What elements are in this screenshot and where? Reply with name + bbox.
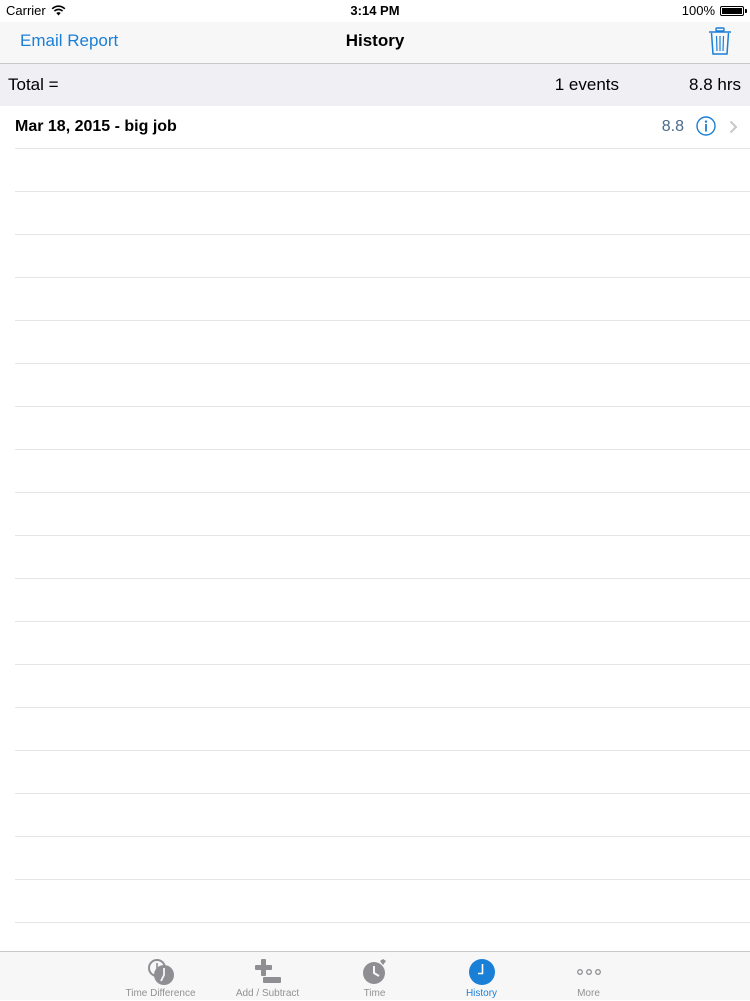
battery-percent: 100%: [681, 3, 715, 18]
tab-history[interactable]: History: [428, 952, 535, 1001]
empty-row: [15, 579, 750, 622]
tab-label: Time: [363, 988, 386, 999]
status-time: 3:14 PM: [350, 3, 400, 18]
empty-row: [15, 407, 750, 450]
tab-add-subtract[interactable]: Add / Subtract: [214, 952, 321, 1001]
time-difference-icon: [147, 959, 174, 985]
navigation-bar: Email Report History: [0, 22, 750, 64]
status-bar: Carrier 3:14 PM 100%: [0, 0, 750, 22]
empty-row: [15, 450, 750, 493]
total-label: Total =: [8, 75, 59, 94]
empty-row: [15, 708, 750, 751]
tab-more[interactable]: More: [535, 952, 642, 1001]
tab-label: History: [465, 988, 498, 999]
table-row[interactable]: Mar 18, 2015 - big job 8.8: [15, 106, 750, 149]
trash-icon[interactable]: [708, 27, 732, 55]
tab-bar: Time Difference Add / Subtract Time Hist…: [0, 951, 750, 1000]
empty-row: [15, 278, 750, 321]
more-icon: [576, 969, 601, 975]
battery-icon: [720, 5, 747, 16]
empty-row: [15, 665, 750, 708]
empty-row: [15, 751, 750, 794]
empty-row: [15, 493, 750, 536]
empty-row: [15, 536, 750, 579]
total-events-count: 1 events: [554, 75, 619, 94]
empty-row: [15, 880, 750, 923]
status-right: 100%: [681, 3, 747, 18]
chevron-right-icon: [729, 120, 738, 134]
total-hours: 8.8 hrs: [689, 75, 741, 94]
info-icon[interactable]: [696, 116, 716, 136]
empty-row: [15, 837, 750, 880]
time-icon: [362, 959, 386, 984]
history-list: Mar 18, 2015 - big job 8.8: [0, 106, 750, 966]
empty-row: [15, 622, 750, 665]
tab-time[interactable]: Time: [321, 952, 428, 1001]
add-subtract-icon: [254, 959, 281, 983]
event-hours: 8.8: [661, 118, 684, 135]
email-report-button[interactable]: Email Report: [20, 31, 118, 51]
history-icon: [468, 959, 495, 985]
empty-row: [15, 794, 750, 837]
empty-row: [15, 235, 750, 278]
total-summary-bar: Total = 1 events 8.8 hrs: [0, 64, 750, 106]
tab-time-difference[interactable]: Time Difference: [107, 952, 214, 1001]
empty-row: [15, 149, 750, 192]
tab-label: More: [577, 988, 600, 999]
empty-row: [15, 192, 750, 235]
tab-label: Time Difference: [125, 988, 196, 999]
empty-row: [15, 321, 750, 364]
event-name: Mar 18, 2015 - big job: [15, 118, 177, 135]
tab-label: Add / Subtract: [235, 988, 300, 999]
battery-fill: [722, 7, 742, 14]
empty-row: [15, 364, 750, 407]
